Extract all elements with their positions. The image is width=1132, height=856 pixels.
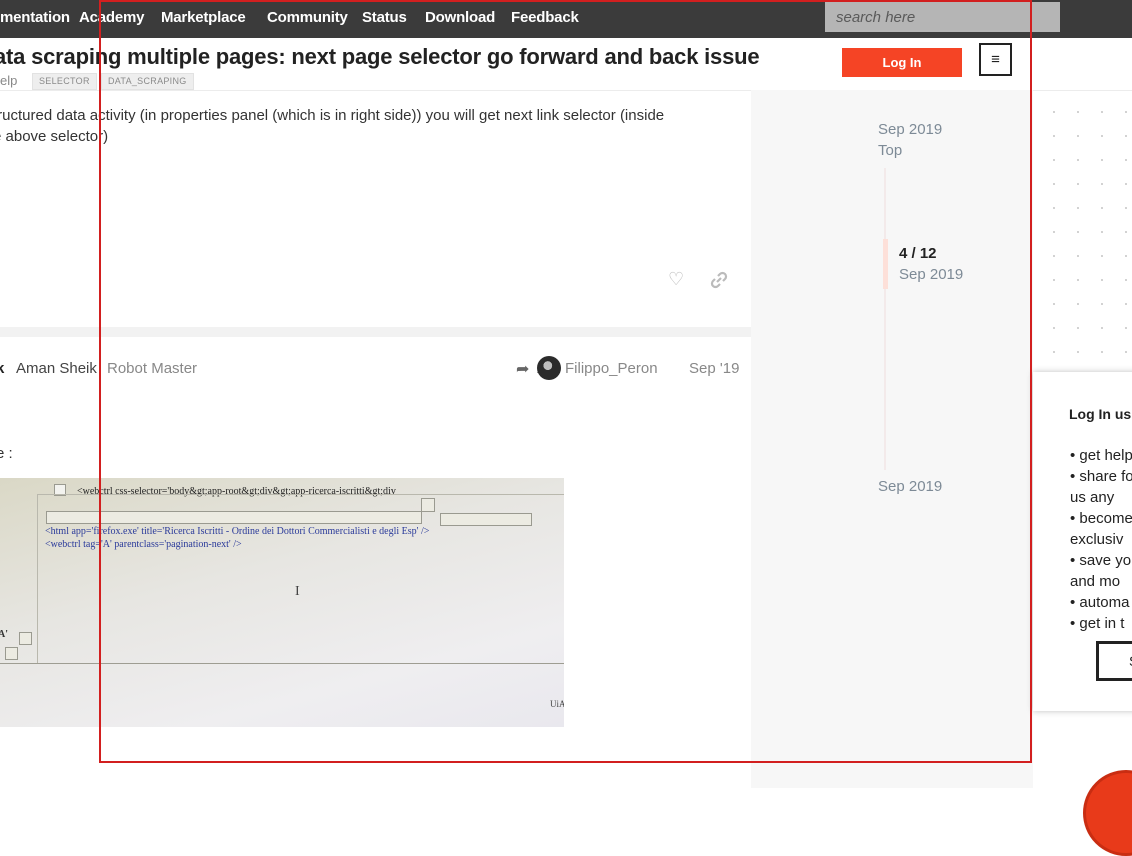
nav-link-download[interactable]: Download <box>425 9 495 26</box>
topic-title[interactable]: ata scraping multiple pages: next page s… <box>0 44 760 70</box>
image-corner-text: UiA <box>550 699 564 709</box>
nav-link-documentation[interactable]: mentation <box>0 9 70 26</box>
login-prompt-panel: Log In us • get help • share fo us any •… <box>1033 372 1132 711</box>
top-navigation-bar: mentation Academy Marketplace Community … <box>0 0 1132 38</box>
login-button[interactable]: Log In <box>842 48 962 77</box>
share-link-icon[interactable] <box>709 270 729 295</box>
nav-link-feedback[interactable]: Feedback <box>511 9 579 26</box>
avatar[interactable] <box>537 356 561 380</box>
topic-header: ata scraping multiple pages: next page s… <box>0 38 1132 91</box>
chat-bubble-icon[interactable] <box>1083 770 1132 856</box>
image-side-text: A' <box>0 629 8 640</box>
timeline-scroll-handle[interactable] <box>883 239 888 289</box>
image-dropdown-box <box>19 632 32 645</box>
login-benefit-item: • get help <box>1070 447 1132 464</box>
author-username[interactable]: k <box>0 360 4 377</box>
previous-post-line-2: e above selector) <box>0 128 109 145</box>
image-text-line-2: <html app='firefox.exe' title='Ricerca I… <box>45 526 430 537</box>
login-benefit-item: • automa <box>1070 594 1130 611</box>
author-full-name[interactable]: Aman Sheik <box>16 360 97 377</box>
image-text-cursor-icon: I <box>295 584 300 599</box>
post-date[interactable]: Sep '19 <box>689 360 739 377</box>
nav-link-marketplace[interactable]: Marketplace <box>161 9 246 26</box>
dotted-background <box>1033 90 1132 372</box>
reply-to-arrow-icon[interactable]: ➦ <box>516 359 529 379</box>
timeline-end-date[interactable]: Sep 2019 <box>878 478 942 495</box>
post-snippet: e : <box>0 445 13 462</box>
login-benefit-item: • become <box>1070 510 1132 527</box>
timeline-top-label[interactable]: Top <box>878 142 902 159</box>
category-link[interactable]: elp <box>0 73 17 88</box>
login-prompt-title: Log In us <box>1069 406 1132 422</box>
login-benefit-item: us any <box>1070 489 1115 506</box>
login-benefit-item: and mo <box>1070 573 1121 590</box>
signup-button[interactable]: S <box>1096 641 1132 681</box>
login-benefit-item: exclusiv <box>1070 531 1124 548</box>
nav-link-status[interactable]: Status <box>362 9 407 26</box>
login-benefit-item: • get in t <box>1070 615 1125 632</box>
nav-link-academy[interactable]: Academy <box>79 9 145 26</box>
timeline-start-date[interactable]: Sep 2019 <box>878 121 942 138</box>
image-text-line-3: <webctrl tag='A' parentclass='pagination… <box>45 539 242 550</box>
timeline-position-date: Sep 2019 <box>899 266 964 283</box>
image-editor-panel <box>37 494 564 664</box>
post-separator <box>0 327 751 337</box>
timeline-position: 4 / 12 <box>899 245 937 262</box>
previous-post-body: tructured data activity (in properties p… <box>0 105 738 147</box>
search-input[interactable] <box>825 2 1060 32</box>
image-divider <box>0 663 564 664</box>
tag-data-scraping[interactable]: DATA_SCRAPING <box>101 73 194 90</box>
login-benefit-item: • share fo <box>1070 468 1132 485</box>
reply-to-username[interactable]: Filippo_Peron <box>565 360 658 377</box>
image-small-box <box>5 647 18 660</box>
login-benefit-item: • save yo <box>1070 552 1132 569</box>
timeline-track[interactable] <box>884 168 886 470</box>
tag-selector[interactable]: SELECTOR <box>32 73 97 90</box>
previous-post-line-1: tructured data activity (in properties p… <box>0 107 665 124</box>
like-heart-icon[interactable]: ♡ <box>668 269 684 290</box>
link-chain-icon <box>710 271 728 289</box>
hamburger-menu-icon[interactable]: ≡ <box>979 43 1012 76</box>
author-title: Robot Master <box>107 360 198 377</box>
timeline-sidebar <box>751 90 1033 788</box>
nav-link-community[interactable]: Community <box>267 9 348 26</box>
post-image[interactable]: <webctrl css-selector='body&gt;app-root&… <box>0 478 564 727</box>
